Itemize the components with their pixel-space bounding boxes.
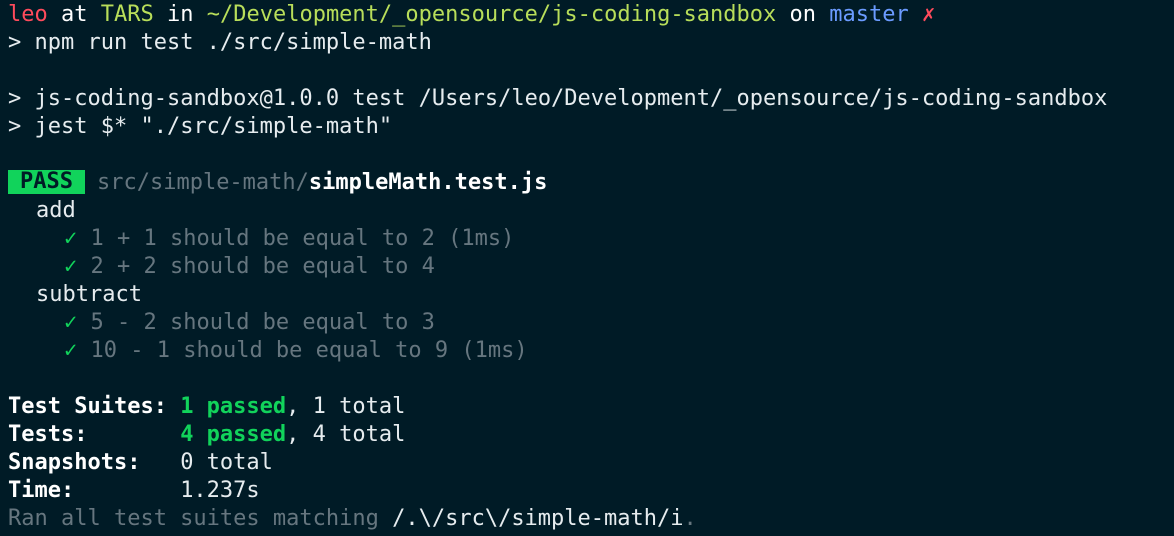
summary-total: , 1 total — [286, 394, 406, 419]
summary-label: Snapshots: — [8, 450, 181, 475]
command-prompt-symbol: > — [8, 30, 22, 55]
test-case-text: 1 + 1 should be equal to 2 (1ms) — [90, 226, 515, 251]
checkmark-icon: ✓ — [64, 226, 78, 251]
test-case: ✓ 10 - 1 should be equal to 9 (1ms) — [8, 337, 1174, 365]
test-group-name: subtract — [36, 282, 142, 307]
ran-all-line: Ran all test suites matching /.\/src\/si… — [8, 505, 1174, 533]
npm-output-symbol: > — [8, 86, 22, 111]
shell-prompt-line: leo at TARS in ~/Development/_opensource… — [8, 1, 1174, 29]
prompt-on: on — [789, 2, 817, 27]
summary-label: Tests: — [8, 422, 181, 447]
test-file-dir: src/simple-math/ — [96, 170, 309, 195]
test-result-line: PASS src/simple-math/simpleMath.test.js — [8, 169, 1174, 197]
summary-passed: 1 passed — [180, 394, 287, 419]
summary-total: , 4 total — [286, 422, 406, 447]
ran-suffix: . — [683, 506, 697, 531]
ran-prefix: Ran all test suites matching — [8, 506, 393, 531]
npm-output-line: > js-coding-sandbox@1.0.0 test /Users/le… — [8, 85, 1174, 113]
checkmark-icon: ✓ — [64, 254, 78, 279]
checkmark-icon: ✓ — [64, 338, 78, 363]
summary-value: 1.237s — [180, 478, 260, 503]
summary-tests: Tests: 4 passed, 4 total — [8, 421, 1174, 449]
summary-time: Time: 1.237s — [8, 477, 1174, 505]
test-case-text: 5 - 2 should be equal to 3 — [90, 310, 435, 335]
summary-snapshots: Snapshots: 0 total — [8, 449, 1174, 477]
summary-label: Time: — [8, 478, 181, 503]
summary-value: 0 total — [180, 450, 273, 475]
test-case: ✓ 5 - 2 should be equal to 3 — [8, 309, 1174, 337]
npm-output-text: js-coding-sandbox@1.0.0 test /Users/leo/… — [34, 86, 1108, 111]
test-case-text: 2 + 2 should be equal to 4 — [90, 254, 435, 279]
pass-badge: PASS — [8, 170, 85, 194]
summary-test-suites: Test Suites: 1 passed, 1 total — [8, 393, 1174, 421]
terminal-window[interactable]: leo at TARS in ~/Development/_opensource… — [0, 0, 1174, 536]
command-line: > npm run test ./src/simple-math — [8, 29, 1174, 57]
prompt-in: in — [166, 2, 194, 27]
summary-passed: 4 passed — [180, 422, 287, 447]
prompt-user: leo — [8, 2, 48, 27]
summary-label: Test Suites: — [8, 394, 181, 419]
test-case-text: 10 - 1 should be equal to 9 (1ms) — [90, 338, 528, 363]
git-dirty-icon: ✗ — [922, 2, 936, 27]
command-text: npm run test ./src/simple-math — [34, 30, 432, 55]
prompt-branch: master — [829, 2, 909, 27]
test-case: ✓ 2 + 2 should be equal to 4 — [8, 253, 1174, 281]
test-case: ✓ 1 + 1 should be equal to 2 (1ms) — [8, 225, 1174, 253]
npm-output-line: > jest $* "./src/simple-math" — [8, 113, 1174, 141]
npm-output-text: jest $* "./src/simple-math" — [34, 114, 393, 139]
test-file-name: simpleMath.test.js — [308, 170, 548, 195]
checkmark-icon: ✓ — [64, 310, 78, 335]
test-group-name: add — [36, 198, 76, 223]
npm-output-symbol: > — [8, 114, 22, 139]
prompt-host: TARS — [100, 2, 154, 27]
prompt-at: at — [61, 2, 88, 27]
prompt-path: ~/Development/_opensource/js-coding-sand… — [206, 2, 777, 27]
ran-pattern: /.\/src\/simple-math/i — [392, 506, 684, 531]
